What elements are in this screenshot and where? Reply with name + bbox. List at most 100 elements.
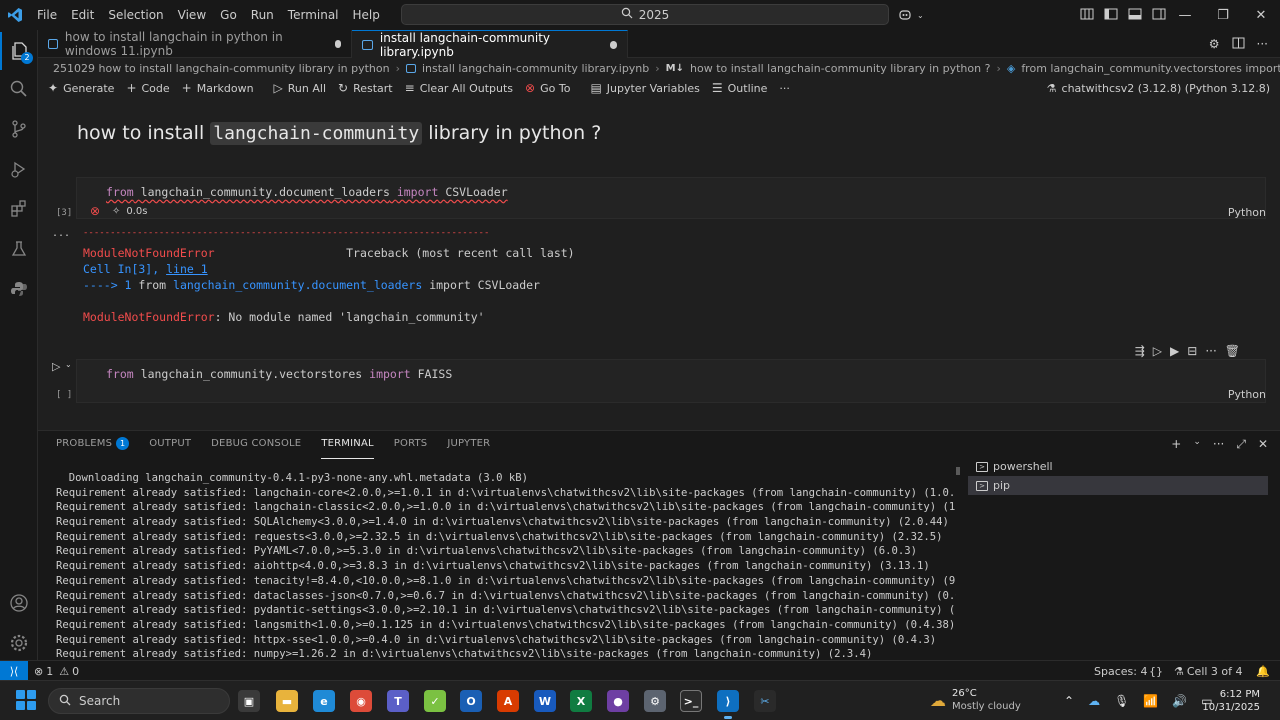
- jupyter-variables-button[interactable]: ▤ Jupyter Variables: [590, 81, 699, 95]
- taskbar-search[interactable]: Search: [48, 688, 230, 714]
- add-markdown-cell-button[interactable]: + Markdown: [182, 81, 254, 95]
- cell-position-status[interactable]: ⚗ Cell 3 of 4: [1174, 661, 1243, 681]
- run-cell-icon[interactable]: ▷: [52, 360, 60, 373]
- tab-problems[interactable]: PROBLEMS 1: [56, 437, 130, 459]
- cell-language-label[interactable]: Python: [1228, 388, 1266, 401]
- chrome-icon[interactable]: ◉: [350, 690, 372, 712]
- teams-icon[interactable]: T: [387, 690, 409, 712]
- go-to-button[interactable]: ⊗ Go To: [525, 81, 570, 95]
- more-actions-icon[interactable]: ···: [1257, 37, 1268, 51]
- tab-terminal[interactable]: TERMINAL: [321, 437, 374, 459]
- line-link[interactable]: line 1: [166, 262, 208, 276]
- task-view-icon[interactable]: ▣: [238, 690, 260, 712]
- run-all-button[interactable]: ▷ Run All: [274, 81, 326, 95]
- menu-item-terminal[interactable]: Terminal: [281, 0, 346, 30]
- taskbar-clock[interactable]: 6:12 PM 10/31/2025: [1202, 688, 1260, 714]
- kernel-picker[interactable]: ⚗ chatwithcsv2 (3.12.8) (Python 3.12.8): [1047, 78, 1270, 98]
- snipping-tool-icon[interactable]: ✂: [754, 690, 776, 712]
- menu-item-file[interactable]: File: [30, 0, 64, 30]
- excel-icon[interactable]: X: [570, 690, 592, 712]
- edge-browser-icon[interactable]: e: [313, 690, 335, 712]
- toggle-panel-icon[interactable]: [1128, 8, 1142, 23]
- panel-more-icon[interactable]: ···: [1213, 437, 1224, 452]
- terminal-output[interactable]: Downloading langchain_community-0.4.1-py…: [56, 471, 956, 661]
- split-editor-icon[interactable]: [1232, 37, 1245, 52]
- chevron-down-icon[interactable]: ⌄: [1193, 437, 1201, 452]
- add-code-cell-button[interactable]: + Code: [126, 81, 169, 95]
- generate-button[interactable]: ✦ Generate: [48, 81, 114, 95]
- word-icon[interactable]: W: [534, 690, 556, 712]
- menu-item-selection[interactable]: Selection: [101, 0, 170, 30]
- execute-above-icon[interactable]: ▷: [1153, 344, 1162, 358]
- terminal-app-icon[interactable]: >_: [680, 690, 702, 712]
- new-terminal-icon[interactable]: +: [1171, 437, 1181, 452]
- account-icon[interactable]: [0, 584, 38, 622]
- terminal-scrollbar[interactable]: [956, 467, 960, 475]
- chevron-up-icon[interactable]: ⌃: [1064, 694, 1074, 708]
- execute-below-icon[interactable]: ▶: [1170, 344, 1179, 358]
- toolbar-more-button[interactable]: ···: [779, 82, 790, 95]
- code-cell-2-editor[interactable]: [76, 359, 1266, 403]
- outline-button[interactable]: ☰ Outline: [712, 81, 768, 95]
- command-center-search[interactable]: 2025: [401, 4, 889, 25]
- menu-item-go[interactable]: Go: [213, 0, 244, 30]
- microphone-icon[interactable]: 🎙: [1114, 694, 1129, 708]
- language-braces-icon[interactable]: {}: [1149, 661, 1163, 681]
- chevron-down-icon[interactable]: ⌄: [917, 11, 924, 20]
- source-control-icon[interactable]: [0, 110, 38, 148]
- breadcrumb-cell[interactable]: from langchain_community.vectorstores im…: [1021, 62, 1280, 75]
- tab-langchain-windows-notebook[interactable]: how to install langchain in python in wi…: [38, 30, 352, 58]
- problems-status[interactable]: ⊗ 1 ⚠ 0: [34, 661, 79, 681]
- breadcrumb-heading[interactable]: how to install langchain-community libra…: [690, 62, 990, 75]
- app-icon[interactable]: ✓: [424, 690, 446, 712]
- run-by-line-icon[interactable]: ⇶: [1135, 344, 1145, 358]
- acrobat-icon[interactable]: A: [497, 690, 519, 712]
- code-cell-1-line[interactable]: from langchain_community.document_loader…: [106, 185, 508, 199]
- breadcrumb-file[interactable]: install langchain-community library.ipyn…: [422, 62, 649, 75]
- toggle-secondary-sidebar-icon[interactable]: [1152, 8, 1166, 23]
- minimize-icon[interactable]: —: [1166, 8, 1204, 23]
- explorer-icon[interactable]: 2: [0, 32, 38, 70]
- windows-start-icon[interactable]: [16, 690, 36, 710]
- breadcrumb-folder[interactable]: 251029 how to install langchain-communit…: [53, 62, 390, 75]
- outlook-icon[interactable]: O: [460, 690, 482, 712]
- split-cell-icon[interactable]: ⊟: [1187, 344, 1197, 358]
- menu-item-view[interactable]: View: [171, 0, 213, 30]
- menu-item-help[interactable]: Help: [346, 0, 387, 30]
- tab-langchain-community-notebook[interactable]: install langchain-community library.ipyn…: [352, 30, 628, 59]
- chevron-down-icon[interactable]: ⌄: [65, 360, 72, 369]
- close-panel-icon[interactable]: ✕: [1258, 437, 1268, 452]
- onedrive-cloud-icon[interactable]: ☁: [1088, 694, 1100, 708]
- restart-button[interactable]: ↻ Restart: [338, 81, 393, 95]
- close-window-icon[interactable]: ✕: [1242, 8, 1280, 23]
- testing-flask-icon[interactable]: [0, 230, 38, 268]
- tab-output[interactable]: OUTPUT: [149, 437, 191, 459]
- clear-all-outputs-button[interactable]: ≡ Clear All Outputs: [405, 81, 513, 95]
- cell-language-label[interactable]: Python: [1228, 206, 1266, 219]
- tab-debug-console[interactable]: DEBUG CONSOLE: [211, 437, 301, 459]
- maximize-panel-icon[interactable]: ⤢: [1236, 437, 1246, 452]
- terminal-item-pip[interactable]: > pip: [968, 476, 1268, 495]
- run-debug-icon[interactable]: [0, 150, 38, 188]
- obs-icon[interactable]: ●: [607, 690, 629, 712]
- wifi-icon[interactable]: 📶: [1143, 694, 1158, 708]
- tab-ports[interactable]: PORTS: [394, 437, 428, 459]
- output-more-button[interactable]: ...: [52, 228, 70, 239]
- toggle-primary-sidebar-icon[interactable]: [1104, 8, 1118, 23]
- python-icon[interactable]: [0, 270, 38, 308]
- weather-widget[interactable]: ☁ 26°C Mostly cloudy: [930, 687, 1021, 713]
- extensions-icon[interactable]: [0, 190, 38, 228]
- copilot-icon[interactable]: ⌄: [898, 0, 924, 30]
- layout-customize-icon[interactable]: [1080, 8, 1094, 23]
- indentation-status[interactable]: Spaces: 4: [1094, 661, 1147, 681]
- terminal-item-powershell[interactable]: > powershell: [968, 457, 1268, 476]
- cell-more-icon[interactable]: ···: [1205, 344, 1216, 358]
- search-icon[interactable]: [0, 70, 38, 108]
- file-explorer-icon[interactable]: ▬: [276, 690, 298, 712]
- delete-cell-icon[interactable]: 🗑: [1225, 344, 1240, 358]
- remote-indicator-icon[interactable]: ⟩⟨: [0, 661, 28, 681]
- markdown-heading[interactable]: how to install langchain-community libra…: [77, 122, 601, 145]
- notifications-bell-icon[interactable]: 🔔: [1256, 661, 1270, 681]
- menu-item-edit[interactable]: Edit: [64, 0, 101, 30]
- settings-gear-icon[interactable]: [0, 624, 38, 662]
